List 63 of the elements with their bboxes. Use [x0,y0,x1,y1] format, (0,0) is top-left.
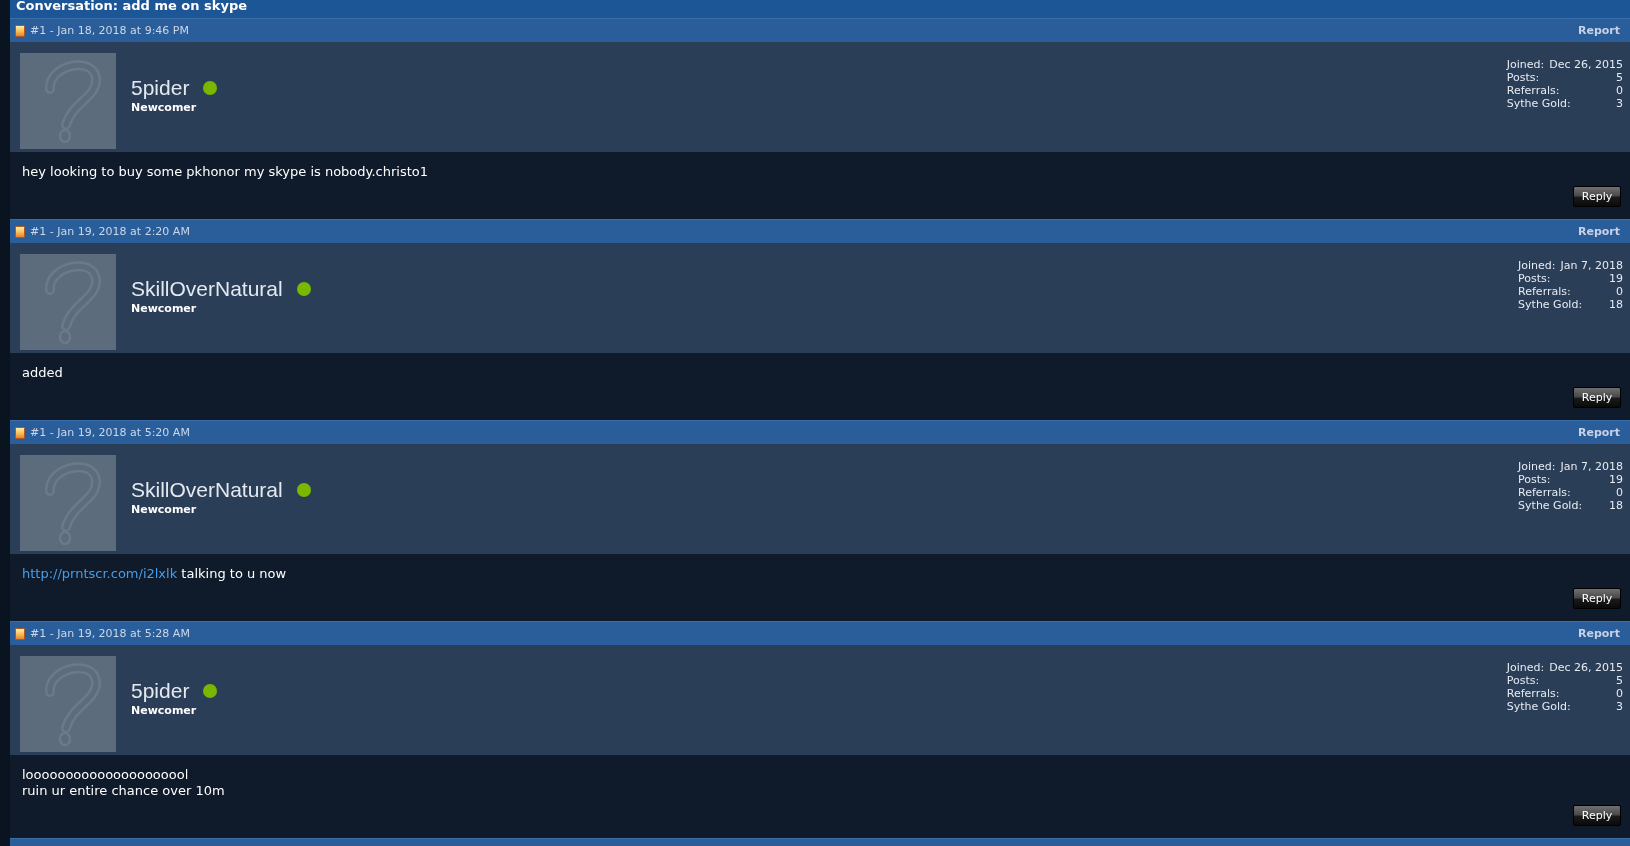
username: 5pider [131,678,190,704]
user-rank: Newcomer [131,503,198,517]
page-icon [15,627,25,640]
stat-value: 3 [1616,700,1623,713]
stat-label: Referrals: [1506,687,1560,700]
stat-value: 19 [1609,473,1623,486]
page-icon [15,24,25,37]
user-rank: Newcomer [131,101,198,115]
post-date: #1 - Jan 19, 2018 at 2:20 AM [30,225,190,238]
stat-value: Jan 7, 2018 [1560,460,1623,473]
conversation-title: Conversation: add me on skype [16,0,247,11]
message-text: hey looking to buy some pkhonor my skype is nobody.christo1 [22,164,428,180]
stat-label: Referrals: [1518,486,1571,499]
username: SkillOverNatural [131,477,283,503]
stat-value: 0 [1616,486,1623,499]
username: 5pider [131,75,190,101]
stat-value: 0 [1616,84,1623,97]
stat-label: Joined: [1506,58,1545,71]
stat-label: Posts: [1518,272,1551,285]
report-link[interactable]: Report [1577,627,1620,640]
reply-button[interactable]: Reply [1573,387,1621,408]
page-icon [15,225,25,238]
stat-label: Sythe Gold: [1506,700,1571,713]
stat-label: Joined: [1506,661,1545,674]
stat-label: Posts: [1518,473,1551,486]
message-text: http://prntscr.com/i2lxlk talking to u now [22,566,287,582]
user-rank: Newcomer [131,302,198,316]
stat-value: 19 [1609,272,1623,285]
stat-value: 18 [1609,499,1623,512]
stat-label: Sythe Gold: [1518,298,1583,311]
reply-button[interactable]: Reply [1573,805,1621,826]
stat-value: 0 [1616,285,1623,298]
stat-value: 5 [1616,674,1623,687]
stat-label: Posts: [1506,674,1540,687]
report-link[interactable]: Report [1577,225,1620,238]
stat-value: 0 [1616,687,1623,700]
post-date: #1 - Jan 18, 2018 at 9:46 PM [30,24,189,37]
stat-label: Referrals: [1518,285,1571,298]
stat-label: Referrals: [1506,84,1560,97]
message-text: ruin ur entire chance over 10m [22,783,225,799]
stat-value: 18 [1609,298,1623,311]
stat-label: Posts: [1506,71,1540,84]
report-link[interactable]: Report [1577,24,1620,37]
stat-value: 5 [1616,71,1623,84]
stat-value: 3 [1616,97,1623,110]
stat-label: Joined: [1518,460,1556,473]
user-rank: Newcomer [131,704,198,718]
stat-label: Sythe Gold: [1518,499,1583,512]
page-icon [15,426,25,439]
stat-label: Joined: [1518,259,1556,272]
post-date: #1 - Jan 19, 2018 at 5:20 AM [30,426,190,439]
post-date: #1 - Jan 19, 2018 at 5:28 AM [30,627,190,640]
message-text: added [22,365,63,381]
stat-value: Dec 26, 2015 [1549,58,1623,71]
stat-value: Dec 26, 2015 [1549,661,1623,674]
stat-value: Jan 7, 2018 [1560,259,1623,272]
message-text: looooooooooooooooooool [22,767,189,783]
username: SkillOverNatural [131,276,283,302]
stat-label: Sythe Gold: [1506,97,1571,110]
report-link[interactable]: Report [1577,426,1620,439]
reply-button[interactable]: Reply [1573,186,1621,207]
reply-button[interactable]: Reply [1573,588,1621,609]
message-link[interactable]: http://prntscr.com/i2lxlk [22,566,178,581]
